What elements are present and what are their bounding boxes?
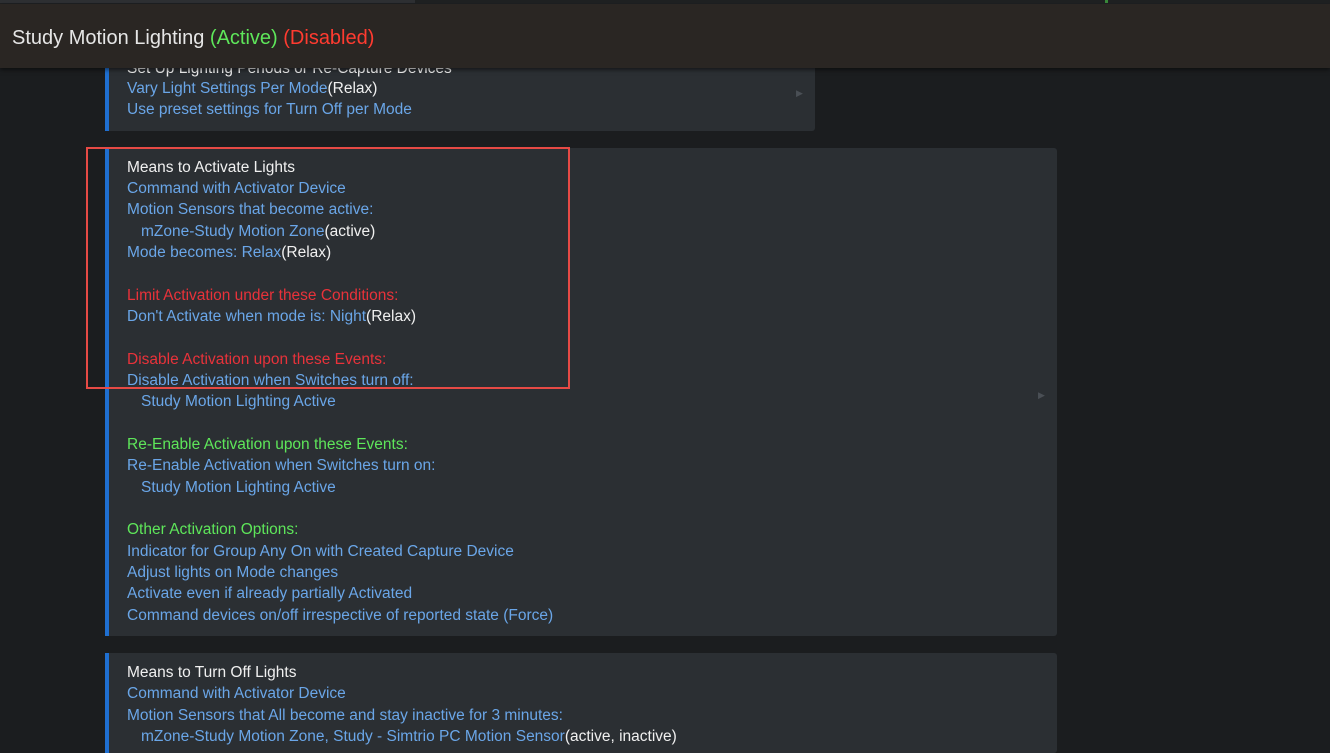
activate-motion-device-row: mZone-Study Motion Zone(active) bbox=[141, 222, 375, 242]
other-options-title: Other Activation Options: bbox=[127, 521, 299, 538]
mode-becomes-value: (Relax) bbox=[281, 244, 332, 261]
status-disabled-badge: (Disabled) bbox=[283, 27, 375, 49]
vary-settings-link[interactable]: Vary Light Settings Per Mode bbox=[127, 80, 327, 97]
reenable-events-title: Re-Enable Activation upon these Events: bbox=[127, 436, 408, 453]
chevron-right-icon[interactable]: ▶ bbox=[1038, 390, 1045, 401]
mode-becomes-row[interactable]: Mode becomes: Relax(Relax) bbox=[127, 243, 331, 263]
app-header: Study Motion Lighting (Active) (Disabled… bbox=[0, 4, 1330, 68]
turnoff-command-link[interactable]: Command with Activator Device bbox=[127, 684, 346, 704]
activate-motion-link[interactable]: Motion Sensors that become active: bbox=[127, 200, 373, 220]
activate-motion-state: (active) bbox=[324, 223, 376, 240]
turnoff-motion-devices: mZone-Study Motion Zone, Study - Simtrio… bbox=[141, 728, 565, 745]
dont-activate-link[interactable]: Don't Activate when mode is: Night bbox=[127, 308, 366, 325]
mode-becomes-link[interactable]: Mode becomes: Relax bbox=[127, 244, 281, 261]
disable-switches-link[interactable]: Disable Activation when Switches turn of… bbox=[127, 371, 414, 391]
reenable-switches-link[interactable]: Re-Enable Activation when Switches turn … bbox=[127, 456, 435, 476]
page-title: Study Motion Lighting (Active) (Disabled… bbox=[12, 27, 374, 50]
preset-settings-link[interactable]: Use preset settings for Turn Off per Mod… bbox=[127, 100, 412, 120]
option-indicator-group[interactable]: Indicator for Group Any On with Created … bbox=[127, 542, 514, 562]
activate-title: Means to Activate Lights bbox=[127, 159, 296, 176]
option-force-command[interactable]: Command devices on/off irrespective of r… bbox=[127, 606, 553, 626]
vary-settings-value: (Relax) bbox=[327, 80, 378, 97]
disable-switch-device: Study Motion Lighting Active bbox=[141, 393, 336, 410]
app-title-text: Study Motion Lighting bbox=[12, 27, 205, 49]
disable-events-title: Disable Activation upon these Events: bbox=[127, 351, 387, 368]
turnoff-motion-link[interactable]: Motion Sensors that All become and stay … bbox=[127, 706, 563, 726]
dont-activate-row[interactable]: Don't Activate when mode is: Night(Relax… bbox=[127, 307, 416, 327]
chevron-right-icon[interactable]: ▶ bbox=[796, 88, 803, 99]
top-strip-marker bbox=[1105, 0, 1108, 3]
activate-card[interactable]: Means to Activate Lights Command with Ac… bbox=[105, 148, 1057, 636]
top-strip-segment bbox=[0, 0, 415, 3]
option-partial-activate[interactable]: Activate even if already partially Activ… bbox=[127, 584, 412, 604]
option-adjust-mode[interactable]: Adjust lights on Mode changes bbox=[127, 563, 338, 583]
reenable-switch-device: Study Motion Lighting Active bbox=[141, 479, 336, 496]
turnoff-card[interactable]: Means to Turn Off Lights Command with Ac… bbox=[105, 653, 1057, 753]
activate-command-link[interactable]: Command with Activator Device bbox=[127, 179, 346, 199]
vary-settings-row[interactable]: Vary Light Settings Per Mode(Relax) bbox=[127, 79, 377, 99]
turnoff-motion-states: (active, inactive) bbox=[564, 728, 677, 745]
activate-motion-device: mZone-Study Motion Zone bbox=[141, 223, 325, 240]
dont-activate-value: (Relax) bbox=[366, 308, 416, 325]
status-active-badge: (Active) bbox=[209, 27, 278, 49]
turnoff-motion-devices-row: mZone-Study Motion Zone, Study - Simtrio… bbox=[141, 727, 677, 747]
turnoff-title: Means to Turn Off Lights bbox=[127, 664, 297, 681]
limit-conditions-title: Limit Activation under these Conditions: bbox=[127, 287, 399, 304]
